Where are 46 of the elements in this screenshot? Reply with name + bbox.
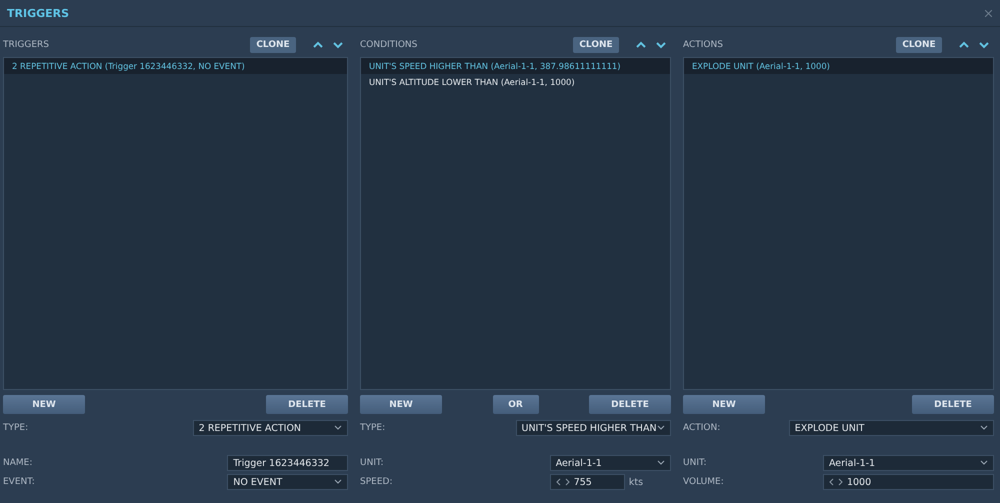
number-spinner-field[interactable]: 755 bbox=[550, 474, 625, 490]
dropdown-caret-icon[interactable] bbox=[334, 425, 342, 431]
dropdown-caret-icon[interactable] bbox=[980, 425, 988, 431]
action-button[interactable]: DELETE bbox=[589, 395, 671, 414]
dropdown-field[interactable]: Aerial-1-1 bbox=[822, 455, 994, 471]
clone-button[interactable]: CLONE bbox=[896, 37, 942, 53]
list-item[interactable]: EXPLODE UNIT (Aerial-1-1, 1000) bbox=[684, 58, 993, 74]
action-button[interactable]: NEW bbox=[360, 395, 442, 414]
dropdown-field[interactable]: Aerial-1-1 bbox=[550, 455, 671, 471]
dropdown-caret-icon[interactable] bbox=[334, 479, 342, 485]
list-item[interactable]: UNIT'S SPEED HIGHER THAN (Aerial-1-1, 387.98611111111) bbox=[361, 58, 670, 74]
action-button[interactable]: OR bbox=[492, 395, 538, 414]
dropdown-field[interactable]: EXPLODE UNIT bbox=[788, 420, 994, 436]
number-spinner-field[interactable]: 1000 bbox=[822, 474, 994, 490]
field-label: SPEED: bbox=[360, 477, 392, 487]
action-button[interactable]: NEW bbox=[3, 395, 85, 414]
dropdown-field[interactable]: 2 REPETITIVE ACTION bbox=[192, 420, 348, 436]
panel-heading: ACTIONS bbox=[683, 40, 724, 50]
field-label: TYPE: bbox=[360, 423, 386, 433]
dropdown-caret-icon[interactable] bbox=[657, 425, 665, 431]
action-button[interactable]: NEW bbox=[683, 395, 765, 414]
field-label: UNIT: bbox=[360, 458, 384, 468]
action-button[interactable]: DELETE bbox=[912, 395, 994, 414]
field-label: NAME: bbox=[3, 458, 32, 468]
list-item[interactable]: 2 REPETITIVE ACTION (Trigger 1623446332, NO EVENT) bbox=[4, 58, 347, 74]
clone-button[interactable]: CLONE bbox=[573, 37, 619, 53]
field-label: ACTION: bbox=[683, 423, 720, 433]
dropdown-caret-icon[interactable] bbox=[657, 460, 665, 466]
unit-label: kts bbox=[628, 476, 644, 488]
field-label: VOLUME: bbox=[683, 477, 724, 487]
window-title: TRIGGERS bbox=[7, 6, 70, 20]
list-item[interactable]: UNIT'S ALTITUDE LOWER THAN (Aerial-1-1, 1000) bbox=[361, 74, 670, 90]
left-right-chevrons-icon[interactable] bbox=[556, 478, 570, 486]
panel-heading: CONDITIONS bbox=[360, 40, 418, 50]
field-label: UNIT: bbox=[683, 458, 707, 468]
clone-button[interactable]: CLONE bbox=[250, 37, 296, 53]
panel-heading: TRIGGERS bbox=[3, 40, 50, 50]
dropdown-field[interactable]: NO EVENT bbox=[227, 474, 348, 490]
field-label: TYPE: bbox=[3, 423, 28, 433]
left-right-chevrons-icon[interactable] bbox=[828, 478, 843, 486]
dropdown-field[interactable]: UNIT'S SPEED HIGHER THAN bbox=[516, 420, 671, 436]
close-icon[interactable] bbox=[985, 10, 992, 16]
dropdown-caret-icon[interactable] bbox=[980, 460, 988, 466]
action-button[interactable]: DELETE bbox=[266, 395, 348, 414]
name-input-field[interactable]: Trigger 1623446332 bbox=[227, 455, 348, 471]
field-label: EVENT: bbox=[3, 477, 35, 487]
